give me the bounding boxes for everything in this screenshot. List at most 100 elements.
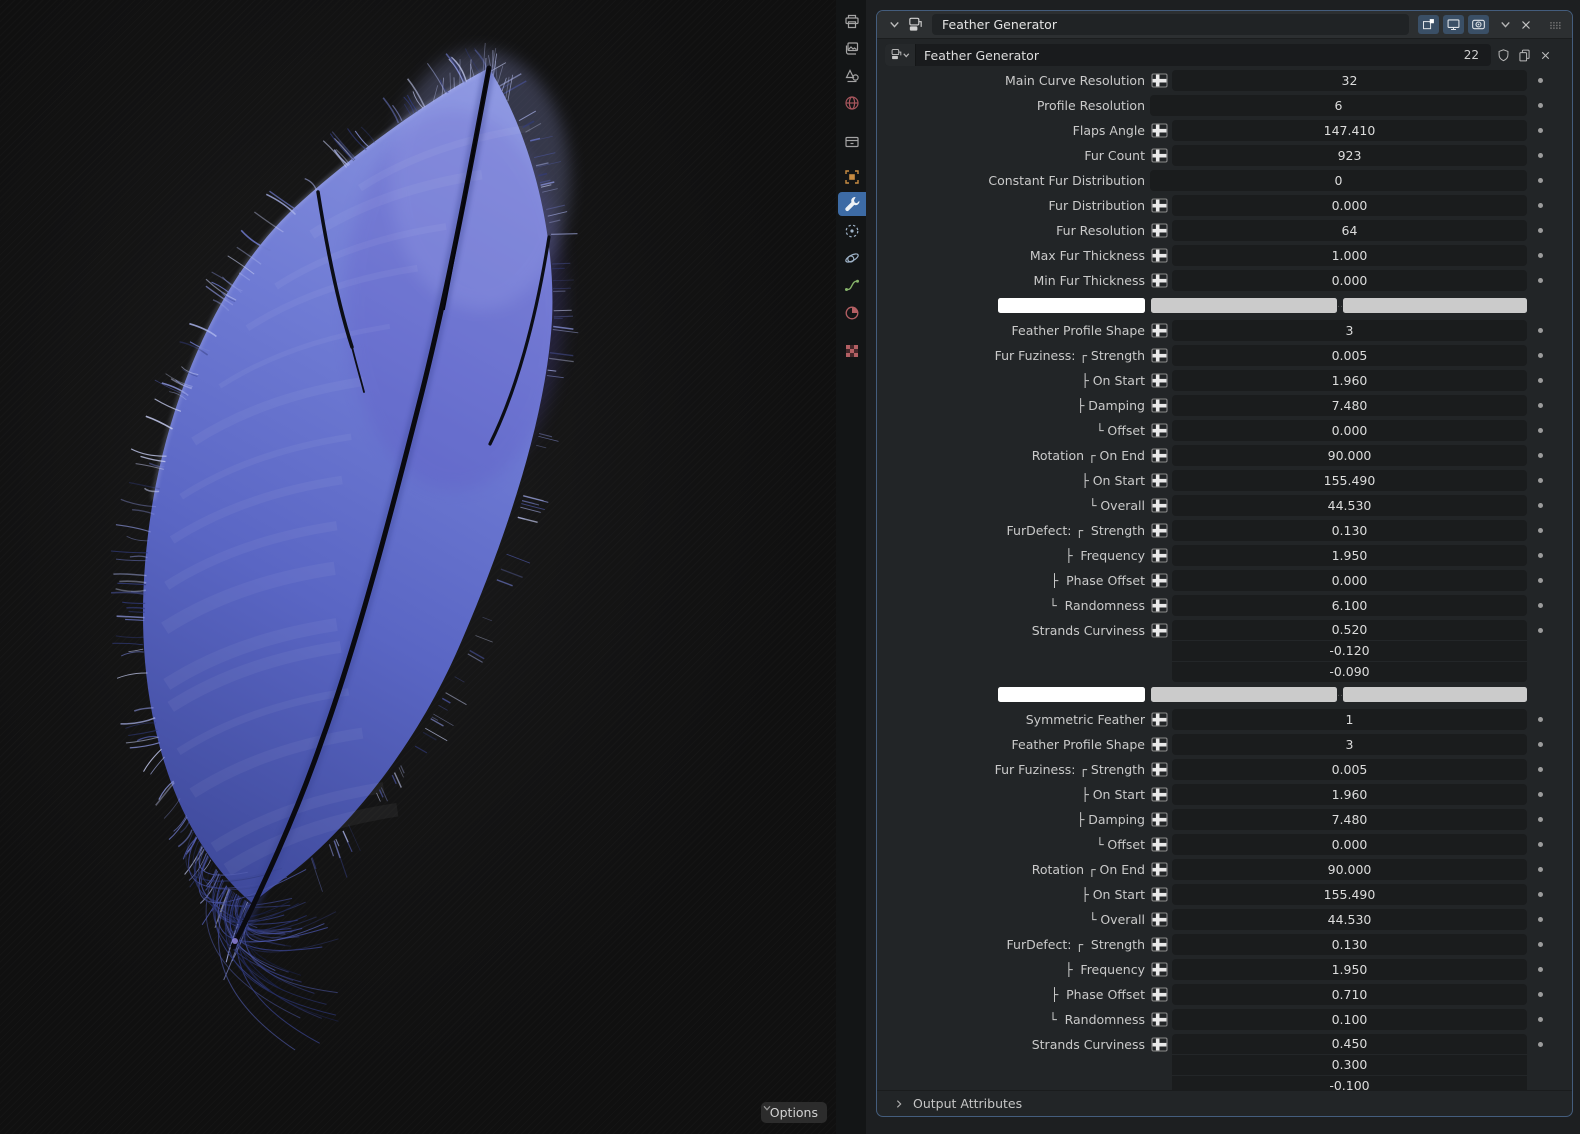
properties-tab-scene[interactable] xyxy=(838,64,866,88)
color-swatch[interactable] xyxy=(998,298,1145,313)
unlink-datablock-button[interactable] xyxy=(1536,46,1554,64)
properties-tab-output[interactable] xyxy=(838,10,866,34)
property-value-field[interactable]: 0.710 xyxy=(1172,984,1527,1005)
input-attribute-toggle-button[interactable] xyxy=(1151,861,1168,878)
panel-expand-button[interactable] xyxy=(885,16,903,34)
decorator-dot[interactable] xyxy=(1538,353,1543,358)
decorator-dot[interactable] xyxy=(1538,992,1543,997)
decorator-dot[interactable] xyxy=(1538,917,1543,922)
decorator-dot[interactable] xyxy=(1538,817,1543,822)
color-swatch[interactable] xyxy=(1151,687,1337,702)
decorator-dot[interactable] xyxy=(1538,1017,1543,1022)
property-value-field[interactable]: 923 xyxy=(1172,145,1527,166)
decorator-dot[interactable] xyxy=(1538,1042,1543,1047)
property-value-field[interactable]: 1.960 xyxy=(1172,784,1527,805)
input-attribute-toggle-button[interactable] xyxy=(1151,711,1168,728)
fake-user-shield-button[interactable] xyxy=(1494,46,1512,64)
input-attribute-toggle-button[interactable] xyxy=(1151,397,1168,414)
node-group-users-count[interactable]: 22 xyxy=(1452,48,1491,62)
property-value-field[interactable]: 0.005 xyxy=(1172,345,1527,366)
decorator-dot[interactable] xyxy=(1538,153,1543,158)
decorator-dot[interactable] xyxy=(1538,717,1543,722)
input-attribute-toggle-button[interactable] xyxy=(1151,347,1168,364)
input-attribute-toggle-button[interactable] xyxy=(1151,472,1168,489)
decorator-dot[interactable] xyxy=(1538,892,1543,897)
property-value-field[interactable]: 90.000 xyxy=(1172,859,1527,880)
color-swatch[interactable] xyxy=(1343,298,1527,313)
output-attributes-section[interactable]: Output Attributes xyxy=(877,1090,1572,1116)
decorator-dot[interactable] xyxy=(1538,203,1543,208)
input-attribute-toggle-button[interactable] xyxy=(1151,447,1168,464)
color-swatch[interactable] xyxy=(1151,298,1337,313)
decorator-dot[interactable] xyxy=(1538,453,1543,458)
input-attribute-toggle-button[interactable] xyxy=(1151,936,1168,953)
property-value-field[interactable]: -0.120 xyxy=(1172,640,1527,661)
decorator-dot[interactable] xyxy=(1538,628,1543,633)
decorator-dot[interactable] xyxy=(1538,103,1543,108)
input-attribute-toggle-button[interactable] xyxy=(1151,322,1168,339)
input-attribute-toggle-button[interactable] xyxy=(1151,622,1168,639)
decorator-dot[interactable] xyxy=(1538,528,1543,533)
property-value-field[interactable]: 1.960 xyxy=(1172,370,1527,391)
properties-tab-modifiers[interactable] xyxy=(838,192,866,216)
property-value-field[interactable]: 0.000 xyxy=(1172,195,1527,216)
decorator-dot[interactable] xyxy=(1538,842,1543,847)
decorator-dot[interactable] xyxy=(1538,603,1543,608)
property-value-field[interactable]: 6.100 xyxy=(1172,595,1527,616)
property-value-field[interactable]: 44.530 xyxy=(1172,495,1527,516)
decorator-dot[interactable] xyxy=(1538,578,1543,583)
property-value-field[interactable]: 0.300 xyxy=(1172,1054,1527,1075)
duplicate-datablock-button[interactable] xyxy=(1515,46,1533,64)
input-attribute-toggle-button[interactable] xyxy=(1151,836,1168,853)
property-value-field[interactable]: 3 xyxy=(1172,320,1527,341)
viewport-options-button[interactable]: Options xyxy=(760,1102,827,1123)
input-attribute-toggle-button[interactable] xyxy=(1151,72,1168,89)
property-value-field[interactable]: 1.950 xyxy=(1172,545,1527,566)
render-display-toggle[interactable] xyxy=(1468,15,1489,34)
property-value-field[interactable]: 1.000 xyxy=(1172,245,1527,266)
input-attribute-toggle-button[interactable] xyxy=(1151,761,1168,778)
property-value-field[interactable]: 6 xyxy=(1150,95,1527,116)
decorator-dot[interactable] xyxy=(1538,328,1543,333)
decorator-dot[interactable] xyxy=(1538,503,1543,508)
property-value-field[interactable]: 0.520 xyxy=(1172,620,1527,640)
properties-tab-object-data[interactable] xyxy=(838,273,866,297)
properties-tab-particles[interactable] xyxy=(838,219,866,243)
property-value-field[interactable]: 155.490 xyxy=(1172,884,1527,905)
decorator-dot[interactable] xyxy=(1538,78,1543,83)
property-value-field[interactable]: 0.450 xyxy=(1172,1034,1527,1054)
decorator-dot[interactable] xyxy=(1538,792,1543,797)
property-value-field[interactable]: -0.090 xyxy=(1172,661,1527,682)
input-attribute-toggle-button[interactable] xyxy=(1151,122,1168,139)
property-value-field[interactable]: 0.100 xyxy=(1172,1009,1527,1030)
property-value-field[interactable]: 0.000 xyxy=(1172,270,1527,291)
node-group-browse-button[interactable] xyxy=(885,44,916,66)
property-value-field[interactable]: -0.100 xyxy=(1172,1075,1527,1090)
decorator-dot[interactable] xyxy=(1538,228,1543,233)
properties-tab-world[interactable] xyxy=(838,91,866,115)
input-attribute-toggle-button[interactable] xyxy=(1151,247,1168,264)
property-value-field[interactable]: 7.480 xyxy=(1172,395,1527,416)
decorator-dot[interactable] xyxy=(1538,553,1543,558)
properties-tab-object[interactable] xyxy=(838,165,866,189)
property-value-field[interactable]: 32 xyxy=(1172,70,1527,91)
property-value-field[interactable]: 0.130 xyxy=(1172,520,1527,541)
property-value-field[interactable]: 64 xyxy=(1172,220,1527,241)
decorator-dot[interactable] xyxy=(1538,278,1543,283)
input-attribute-toggle-button[interactable] xyxy=(1151,961,1168,978)
decorator-dot[interactable] xyxy=(1538,253,1543,258)
modifier-name-field[interactable]: Feather Generator xyxy=(932,14,1409,35)
input-attribute-toggle-button[interactable] xyxy=(1151,736,1168,753)
input-attribute-toggle-button[interactable] xyxy=(1151,886,1168,903)
decorator-dot[interactable] xyxy=(1538,378,1543,383)
input-attribute-toggle-button[interactable] xyxy=(1151,497,1168,514)
property-value-field[interactable]: 0 xyxy=(1150,170,1527,191)
color-swatch[interactable] xyxy=(1343,687,1527,702)
property-value-field[interactable]: 155.490 xyxy=(1172,470,1527,491)
property-value-field[interactable]: 1 xyxy=(1172,709,1527,730)
property-value-field[interactable]: 1.950 xyxy=(1172,959,1527,980)
input-attribute-toggle-button[interactable] xyxy=(1151,572,1168,589)
realtime-display-toggle[interactable] xyxy=(1443,15,1464,34)
decorator-dot[interactable] xyxy=(1538,967,1543,972)
3d-viewport[interactable]: Options xyxy=(0,0,836,1134)
